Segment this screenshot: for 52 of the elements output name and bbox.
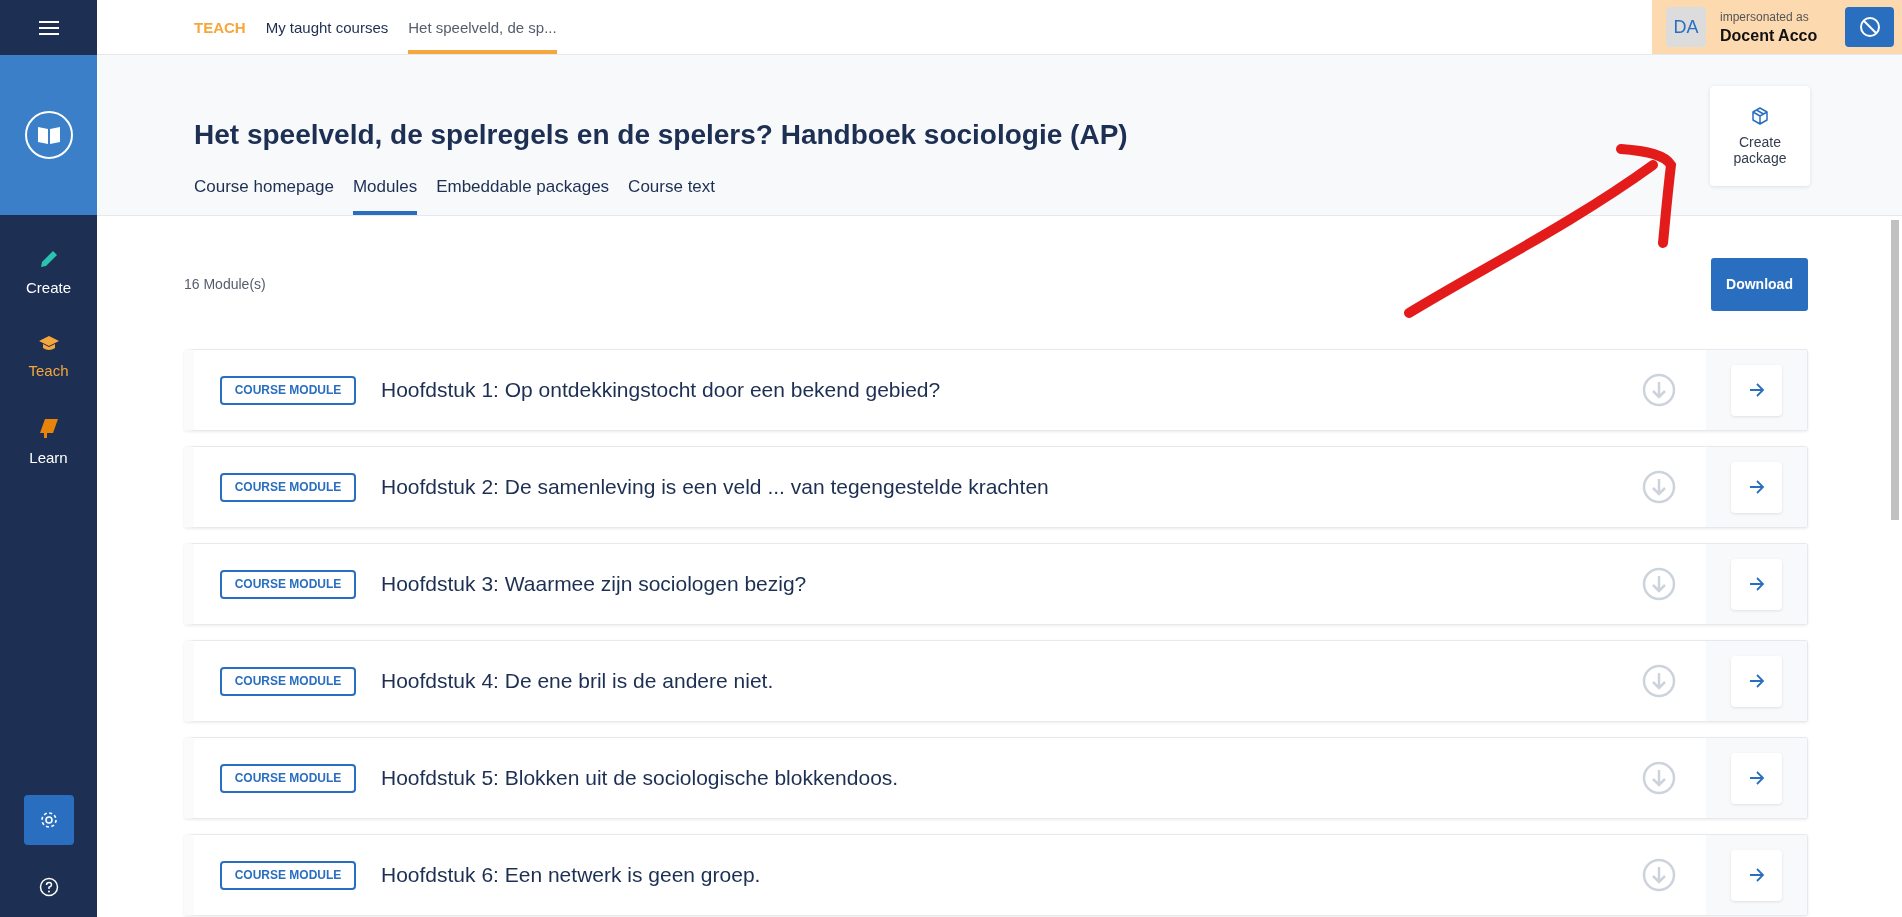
- module-title[interactable]: Hoofdstuk 3: Waarmee zijn sociologen bezig?: [381, 572, 1642, 596]
- module-title[interactable]: Hoofdstuk 5: Blokken uit de sociologische blokkendoos.: [381, 766, 1642, 790]
- graduation-cap-icon: [37, 334, 60, 352]
- settings-button[interactable]: [23, 795, 74, 845]
- open-module-button[interactable]: [1731, 461, 1782, 513]
- module-tag: COURSE MODULE: [220, 375, 356, 405]
- module-tag: COURSE MODULE: [220, 763, 356, 793]
- sidebar-item[interactable]: Teach: [18, 330, 79, 383]
- module-title[interactable]: Hoofdstuk 2: De samenleving is een veld ... van tegengestelde krachten: [381, 475, 1642, 499]
- tab[interactable]: Course text: [628, 177, 716, 215]
- impersonation-caption: impersonated as: [1720, 9, 1810, 24]
- open-module-button[interactable]: [1731, 558, 1782, 610]
- arrow-right-icon: [1748, 383, 1765, 397]
- open-module-button[interactable]: [1731, 849, 1782, 901]
- module-tag: COURSE MODULE: [220, 569, 356, 599]
- module-tag: COURSE MODULE: [220, 472, 356, 502]
- module-tag: COURSE MODULE: [220, 666, 356, 696]
- tab[interactable]: Course homepage: [194, 177, 334, 215]
- user-name: Docent Acco: [1720, 26, 1819, 45]
- open-module-button[interactable]: [1731, 364, 1782, 416]
- pencil-icon: [38, 249, 59, 269]
- module-title[interactable]: Hoofdstuk 1: Op ontdekkingstocht door een bekend gebied?: [381, 378, 1642, 402]
- module-title[interactable]: Hoofdstuk 6: Een netwerk is geen groep.: [381, 863, 1642, 887]
- tab[interactable]: Embeddable packages: [436, 177, 610, 215]
- arrow-right-icon: [1748, 674, 1765, 688]
- box-icon: [1750, 106, 1770, 126]
- sidebar-item[interactable]: Create: [16, 245, 81, 300]
- book-icon: [38, 417, 59, 439]
- breadcrumb-link[interactable]: My taught courses: [265, 0, 389, 54]
- create-package-button[interactable]: Create package: [1710, 86, 1810, 186]
- arrow-right-icon: [1748, 577, 1765, 591]
- menu-icon[interactable]: [38, 19, 59, 36]
- course-title: Het speelveld, de spelregels en de spelers? Handboek sociologie (AP): [194, 119, 1128, 151]
- help-icon[interactable]: [38, 877, 59, 897]
- stop-impersonation-button[interactable]: [1845, 7, 1894, 47]
- download-button[interactable]: Download: [1711, 257, 1808, 311]
- breadcrumb-section: TEACH: [194, 0, 246, 54]
- book-logo-icon[interactable]: [23, 110, 74, 160]
- prohibited-icon: [1858, 16, 1881, 38]
- tab[interactable]: Modules: [352, 177, 418, 215]
- open-module-button[interactable]: [1731, 655, 1782, 707]
- user-avatar: DA: [1666, 7, 1706, 47]
- module-count: 16 Module(s): [184, 276, 266, 292]
- scrollbar[interactable]: [1891, 220, 1899, 520]
- arrow-right-icon: [1748, 480, 1765, 494]
- arrow-right-icon: [1748, 868, 1765, 882]
- sidebar-item[interactable]: Learn: [19, 413, 78, 470]
- module-tag: COURSE MODULE: [220, 860, 356, 890]
- arrow-right-icon: [1748, 771, 1765, 785]
- module-title[interactable]: Hoofdstuk 4: De ene bril is de andere niet.: [381, 669, 1642, 693]
- gear-icon: [38, 810, 59, 830]
- open-module-button[interactable]: [1731, 752, 1782, 804]
